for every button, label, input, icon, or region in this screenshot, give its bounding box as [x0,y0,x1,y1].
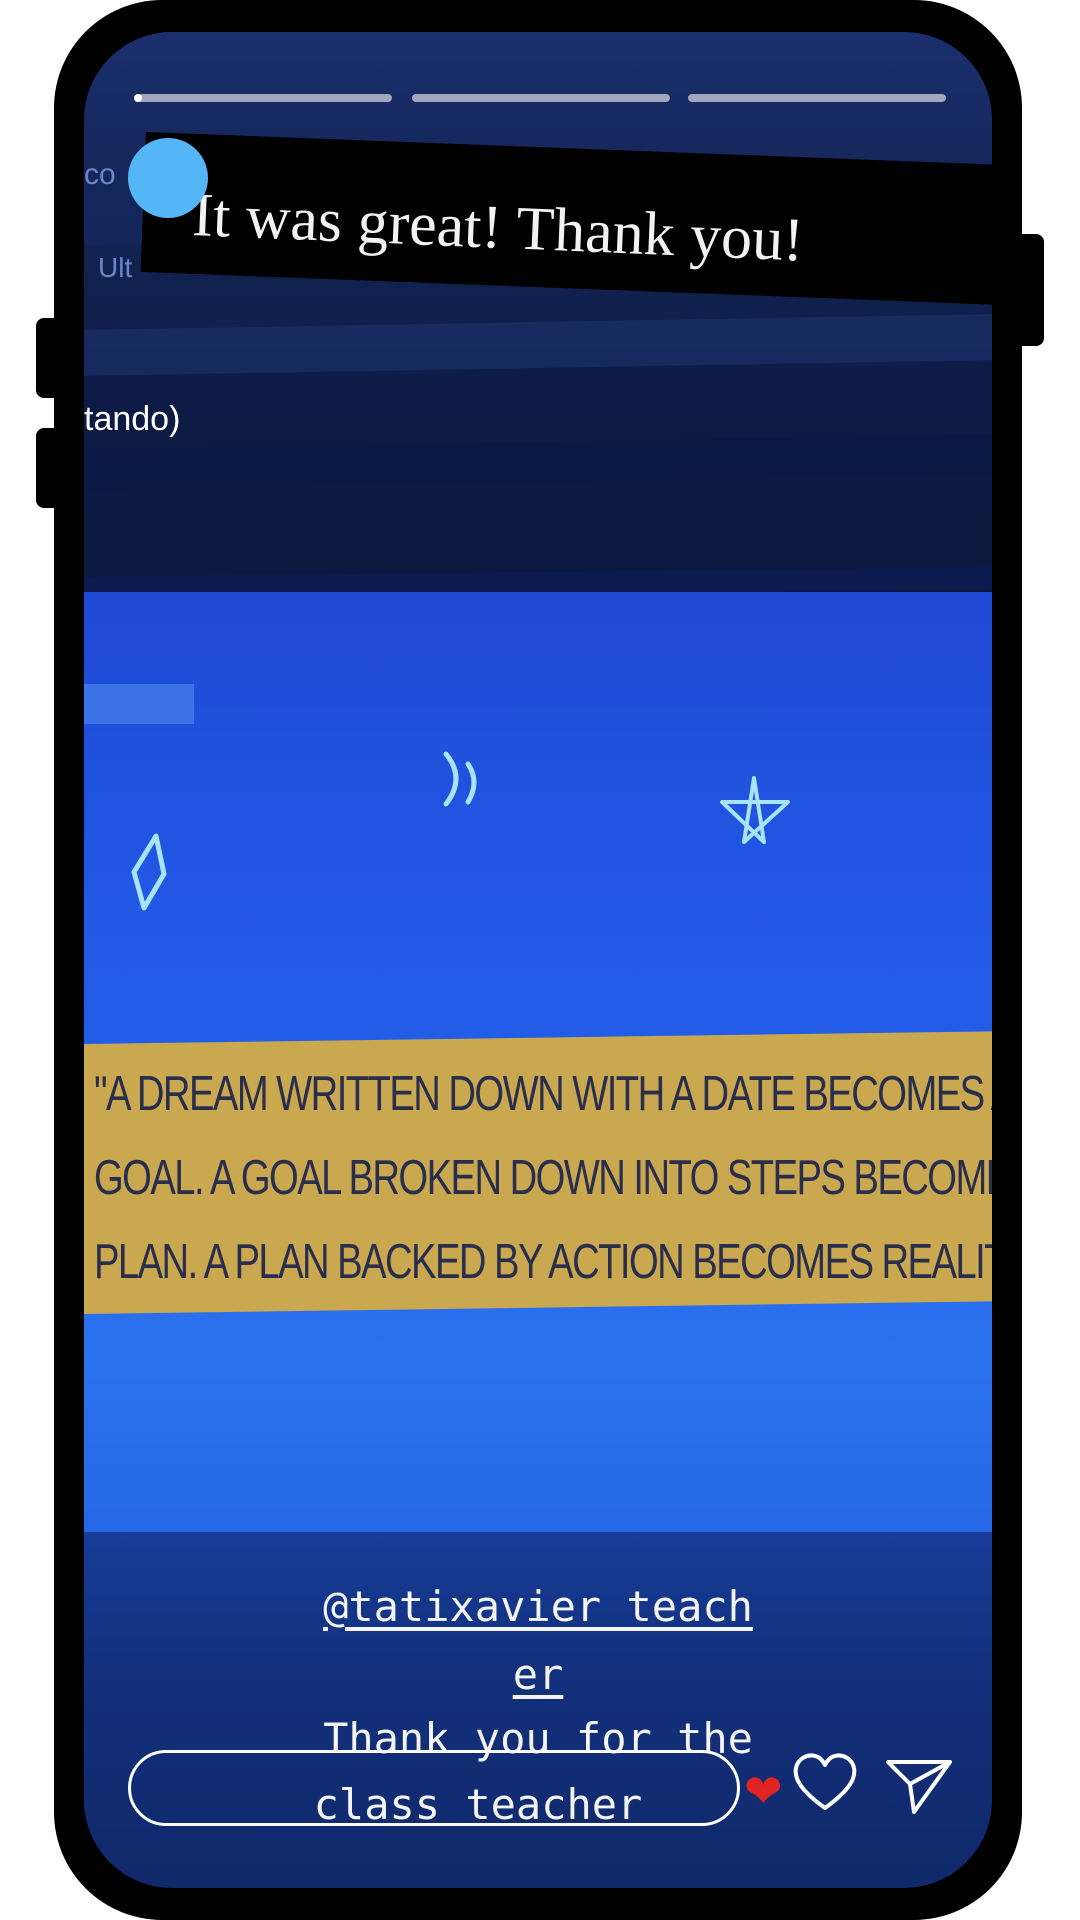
story-progress-bar [688,94,946,102]
quote-text: "A DREAM WRITTEN DOWN WITH A DATE BECOME… [94,1052,992,1304]
photo-faint-text: co [84,158,116,191]
photo-side-text: tando) [84,400,181,438]
avatar[interactable] [128,138,208,218]
quote-line: "A DREAM WRITTEN DOWN WITH A DATE BECOME… [94,1067,992,1121]
reply-input[interactable] [128,1750,740,1826]
red-heart-emoji-icon[interactable]: ❤ [744,1768,783,1814]
moon-doodle-icon [443,751,477,807]
story-progress-bar [412,94,670,102]
power-button [1014,234,1044,346]
volume-up-button [36,318,62,398]
quote-line: GOAL. A GOAL BROKEN DOWN INTO STEPS BECO… [94,1151,992,1205]
heart-outline-icon[interactable] [790,1750,860,1814]
photo-faint-text: Ult [98,252,133,283]
browser-tab [84,684,194,724]
mention-link-continued[interactable]: er [84,1650,992,1699]
story-progress-fill [134,94,142,102]
quote-line: PLAN. A PLAN BACKED BY ACTION BECOMES RE… [94,1235,992,1289]
send-paper-plane-icon[interactable] [884,1754,956,1818]
sparkle-doodle-icon [131,833,167,911]
story-screen[interactable]: co Ult tando) "A DREAM WRITTEN DOWN WITH… [84,32,992,1888]
volume-down-button [36,428,62,508]
mention-link[interactable]: @tatixavier_teach [84,1582,992,1631]
photo-background: co Ult tando) [84,32,992,592]
star-doodle-icon [720,776,790,844]
story-progress-bar [134,94,392,102]
